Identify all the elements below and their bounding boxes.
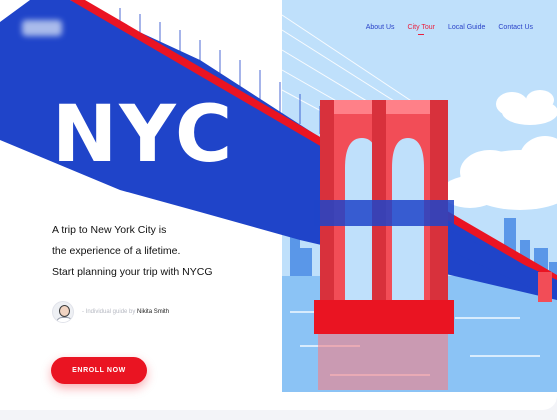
- nav-item-city-tour[interactable]: City Tour: [408, 24, 436, 35]
- tagline-line-1: A trip to New York City is: [52, 224, 167, 236]
- hero-title: NYC: [52, 90, 235, 180]
- guide-name[interactable]: Nikita Smith: [137, 309, 169, 315]
- tagline-line-2: the experience of a lifetime.: [52, 245, 181, 257]
- brooklyn-bridge-illustration: [0, 0, 557, 392]
- hero-tagline: A trip to New York City is the experienc…: [52, 220, 272, 283]
- nav-item-contact-us[interactable]: Contact Us: [498, 24, 533, 35]
- top-nav: About Us City Tour Local Guide Contact U…: [366, 24, 533, 35]
- tagline-line-3: Start planning your trip with NYCG: [52, 266, 213, 278]
- bridge-tower: [314, 100, 454, 334]
- clouds: [442, 90, 557, 210]
- nav-item-local-guide[interactable]: Local Guide: [448, 24, 485, 35]
- brand-logo[interactable]: [22, 20, 62, 36]
- guide-text: - Individual guide by Nikita Smith: [82, 309, 169, 315]
- page: About Us City Tour Local Guide Contact U…: [0, 0, 557, 410]
- far-tower: [538, 272, 552, 302]
- guide-prefix: - Individual guide by: [82, 309, 136, 315]
- enroll-now-button[interactable]: ENROLL NOW: [51, 357, 147, 384]
- nav-item-about-us[interactable]: About Us: [366, 24, 395, 35]
- guide-avatar-icon[interactable]: [52, 301, 74, 323]
- guide-credit: - Individual guide by Nikita Smith: [52, 301, 169, 323]
- tower-reflection: [318, 330, 448, 390]
